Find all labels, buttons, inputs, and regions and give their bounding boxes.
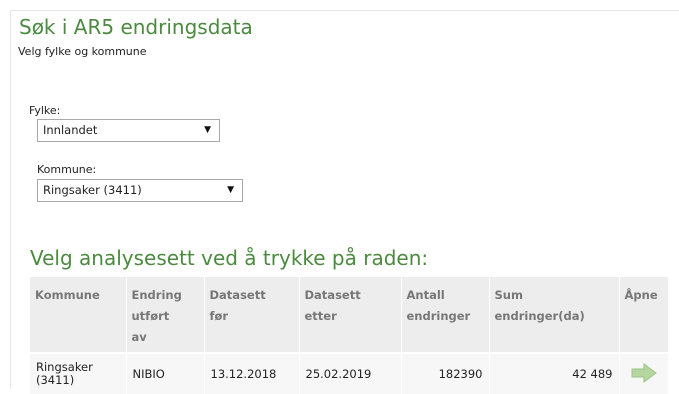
- fylke-select[interactable]: Innlandet ▼: [37, 119, 220, 142]
- fylke-select-value: Innlandet: [43, 123, 98, 137]
- cell-apne: [619, 352, 669, 394]
- col-kommune: Kommune: [30, 277, 127, 353]
- cell-sum: 42 489: [489, 352, 620, 394]
- arrow-right-icon[interactable]: [630, 362, 658, 384]
- col-datasett-for: Datasett før: [204, 277, 300, 353]
- results-table: Kommune Endring utført av Datasett før D…: [30, 277, 669, 394]
- col-datasett-etter: Datasett etter: [299, 277, 402, 353]
- kommune-label: Kommune:: [37, 163, 97, 176]
- table-row[interactable]: Ringsaker (3411) NIBIO 13.12.2018 25.02.…: [30, 352, 669, 394]
- cell-antall: 182390: [401, 352, 490, 394]
- kommune-select[interactable]: Ringsaker (3411) ▼: [37, 179, 243, 202]
- table-header-row: Kommune Endring utført av Datasett før D…: [30, 277, 669, 353]
- col-apne: Åpne: [619, 277, 669, 353]
- cell-datasett-for: 13.12.2018: [204, 352, 300, 394]
- triangle-down-icon: ▼: [204, 125, 211, 135]
- kommune-select-value: Ringsaker (3411): [43, 183, 142, 197]
- cell-datasett-etter: 25.02.2019: [299, 352, 402, 394]
- fylke-label: Fylke:: [29, 104, 61, 117]
- col-endring-utfort-av: Endring utført av: [126, 277, 205, 353]
- cell-kommune: Ringsaker (3411): [30, 352, 127, 394]
- col-antall-endringer: Antall endringer: [401, 277, 490, 353]
- page-title: Søk i AR5 endringsdata: [19, 15, 253, 39]
- cell-utfort-av: NIBIO: [126, 352, 205, 394]
- col-sum-endringer: Sum endringer(da): [489, 277, 620, 353]
- results-heading: Velg analysesett ved å trykke på raden:: [30, 246, 429, 270]
- triangle-down-icon: ▼: [227, 185, 234, 195]
- page-subtitle: Velg fylke og kommune: [18, 45, 147, 58]
